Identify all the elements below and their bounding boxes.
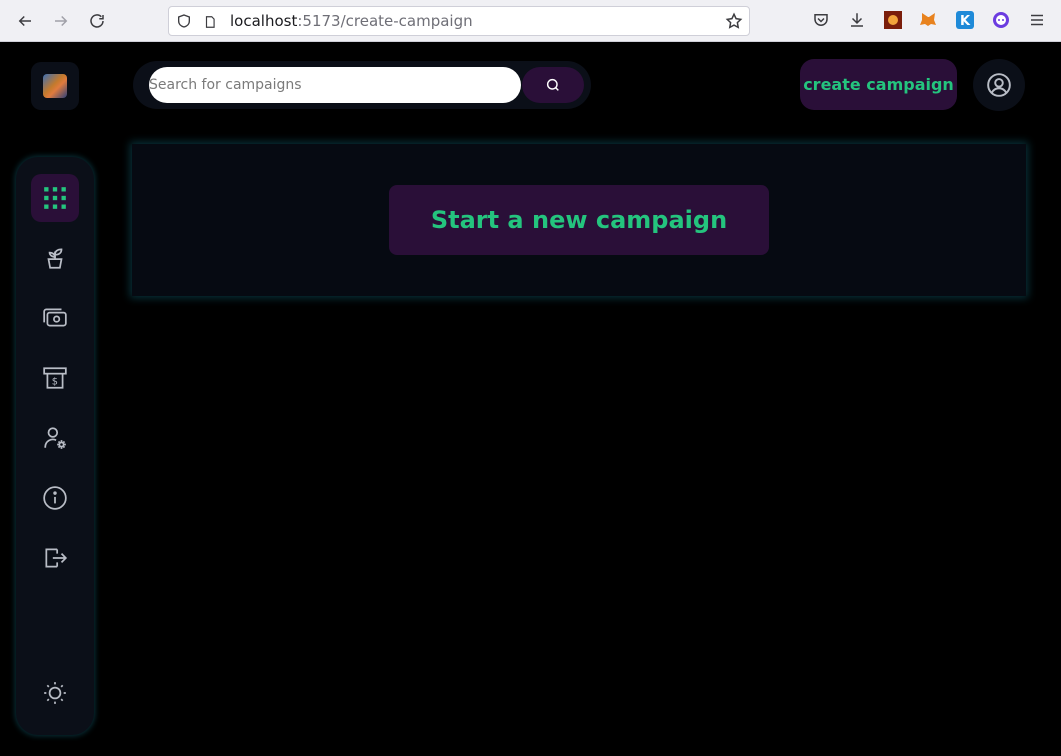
theme-toggle-button[interactable] bbox=[31, 669, 79, 717]
shield-icon bbox=[178, 14, 190, 28]
create-campaign-panel: Start a new campaign bbox=[132, 144, 1026, 296]
reload-icon bbox=[90, 14, 104, 28]
extension-k-icon[interactable]: K bbox=[956, 11, 974, 29]
user-circle-icon bbox=[987, 73, 1011, 97]
withdraw-icon: $ bbox=[43, 367, 67, 389]
create-campaign-button[interactable]: create campaign bbox=[800, 59, 957, 110]
sidebar-item-payment[interactable] bbox=[31, 294, 79, 342]
menu-icon[interactable] bbox=[1028, 11, 1046, 29]
search-button[interactable] bbox=[522, 67, 584, 103]
back-button[interactable] bbox=[12, 8, 38, 34]
pocket-icon[interactable] bbox=[812, 11, 830, 29]
logo-button[interactable] bbox=[31, 62, 79, 110]
url-path: :5173/create-campaign bbox=[297, 12, 473, 30]
metamask-icon[interactable] bbox=[920, 11, 938, 29]
sidebar-item-withdraw[interactable]: $ bbox=[31, 354, 79, 402]
url-text: localhost:5173/create-campaign bbox=[230, 12, 473, 30]
download-icon[interactable] bbox=[848, 11, 866, 29]
app-root: create campaign $ bbox=[0, 43, 1061, 756]
page-title: Start a new campaign bbox=[389, 185, 769, 255]
sidebar-item-profile[interactable] bbox=[31, 414, 79, 462]
money-icon bbox=[43, 308, 67, 327]
address-bar[interactable]: localhost:5173/create-campaign bbox=[168, 6, 750, 36]
sun-icon bbox=[44, 682, 66, 704]
sidebar: $ bbox=[16, 157, 94, 735]
extension-sun-icon[interactable] bbox=[884, 11, 902, 29]
grid-icon bbox=[44, 187, 66, 209]
profile-button[interactable] bbox=[973, 59, 1025, 111]
search-bar bbox=[133, 61, 591, 109]
browser-toolbar: localhost:5173/create-campaign K bbox=[0, 0, 1061, 42]
svg-text:K: K bbox=[960, 14, 971, 29]
bookmark-star-icon[interactable] bbox=[725, 12, 743, 30]
arrow-right-icon bbox=[55, 15, 68, 27]
extension-chat-icon[interactable] bbox=[992, 11, 1010, 29]
sidebar-item-dashboard[interactable] bbox=[31, 174, 79, 222]
forward-button[interactable] bbox=[48, 8, 74, 34]
search-icon bbox=[546, 78, 559, 91]
sidebar-item-info[interactable] bbox=[31, 474, 79, 522]
user-settings-icon bbox=[44, 427, 66, 449]
arrow-left-icon bbox=[18, 15, 31, 27]
url-host: localhost bbox=[230, 12, 298, 30]
info-icon bbox=[43, 486, 67, 510]
svg-text:$: $ bbox=[52, 377, 58, 388]
reload-button[interactable] bbox=[84, 8, 110, 34]
search-input[interactable] bbox=[149, 67, 521, 103]
sidebar-item-logout[interactable] bbox=[31, 534, 79, 582]
page-icon bbox=[205, 16, 215, 28]
sidebar-item-campaign[interactable] bbox=[31, 234, 79, 282]
logout-icon bbox=[45, 548, 68, 568]
logo-icon bbox=[43, 74, 67, 98]
sprout-icon bbox=[47, 248, 63, 269]
